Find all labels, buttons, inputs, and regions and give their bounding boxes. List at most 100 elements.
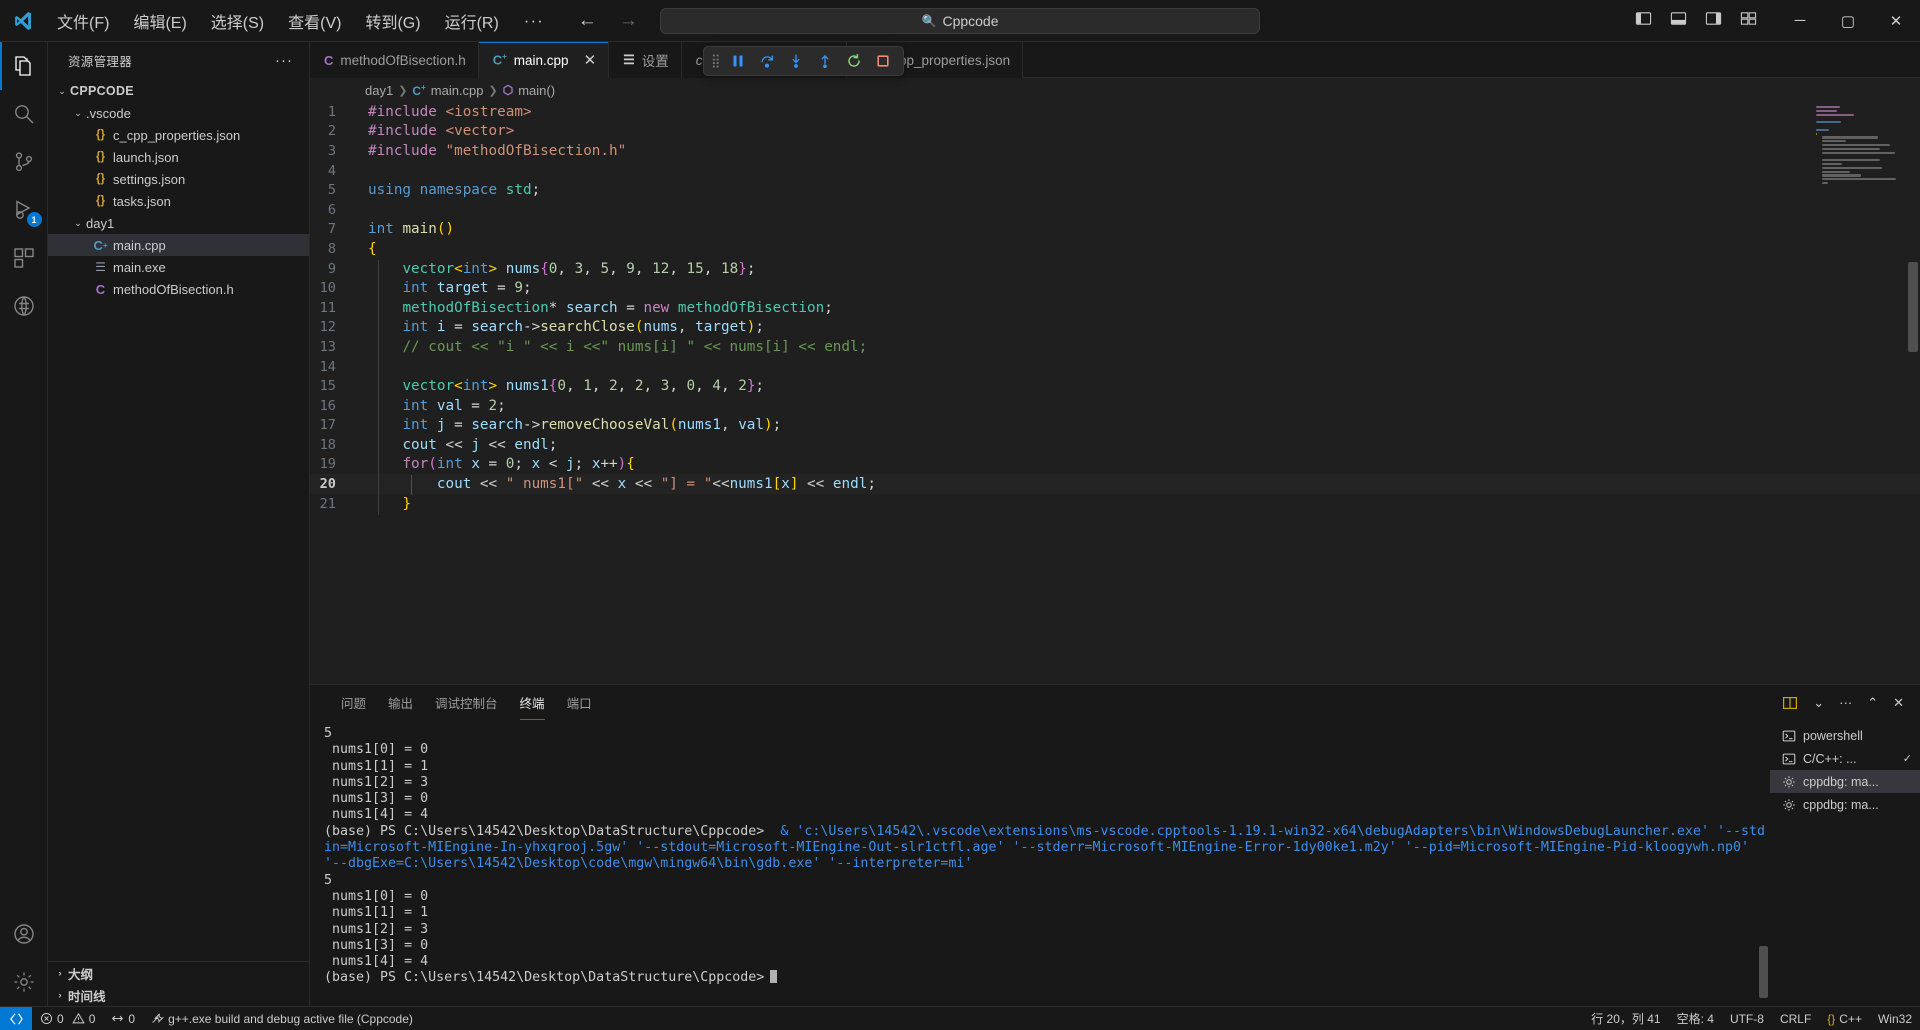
code-line[interactable]: 8{: [310, 239, 1920, 259]
code-line[interactable]: 19 for(int x = 0; x < j; x++){: [310, 455, 1920, 475]
debug-step-into-button[interactable]: [783, 49, 809, 73]
terminal-list-item-c-cpp[interactable]: C/C++: ... ✓: [1770, 747, 1920, 770]
forward-arrow-icon[interactable]: →: [619, 10, 638, 32]
menu-file[interactable]: 文件(F): [46, 5, 120, 37]
code-line[interactable]: 18 cout << j << endl;: [310, 435, 1920, 455]
menu-view[interactable]: 查看(V): [277, 5, 352, 37]
debug-stop-button[interactable]: [870, 49, 896, 73]
code-line[interactable]: 14: [310, 357, 1920, 377]
menu-selection[interactable]: 选择(S): [200, 5, 275, 37]
tab-ports[interactable]: 端口: [556, 685, 603, 720]
back-arrow-icon[interactable]: ←: [578, 10, 597, 32]
editor-vertical-scrollbar[interactable]: [1906, 102, 1920, 684]
toggle-primary-sidebar-icon[interactable]: [1634, 10, 1653, 32]
tree-item-c-cpp-properties[interactable]: {} c_cpp_properties.json: [48, 124, 309, 146]
menu-more-button[interactable]: ···: [512, 11, 556, 31]
code-line[interactable]: 9 vector<int> nums{0, 3, 5, 9, 12, 15, 1…: [310, 259, 1920, 279]
status-language-mode[interactable]: {} C++: [1819, 1007, 1870, 1030]
sidebar-item-source-control[interactable]: [0, 138, 48, 186]
tab-methodofbisection-h[interactable]: C methodOfBisection.h: [310, 42, 479, 78]
terminal-output[interactable]: 5 nums1[0] = 0 nums1[1] = 1 nums1[2] = 3…: [310, 720, 1770, 1006]
sidebar-more-actions[interactable]: ···: [275, 52, 301, 69]
code-line[interactable]: 2 #include <vector>: [310, 122, 1920, 142]
menu-go[interactable]: 转到(G): [354, 5, 431, 37]
tree-root-cppcode[interactable]: ⌄ CPPCODE: [48, 80, 309, 102]
code-line[interactable]: 15 vector<int> nums1{0, 1, 2, 2, 3, 0, 4…: [310, 376, 1920, 396]
close-panel-icon[interactable]: ✕: [1893, 695, 1904, 711]
tree-item-launch-json[interactable]: {} launch.json: [48, 146, 309, 168]
tree-item-tasks-json[interactable]: {} tasks.json: [48, 190, 309, 212]
tree-item-methodofbisection-h[interactable]: C methodOfBisection.h: [48, 278, 309, 300]
tree-item-main-cpp[interactable]: C + main.cpp: [48, 234, 309, 256]
code-line[interactable]: 5 using namespace std;: [310, 180, 1920, 200]
scrollbar-thumb[interactable]: [1908, 262, 1918, 352]
debug-restart-button[interactable]: [841, 49, 867, 73]
code-line[interactable]: 3 #include "methodOfBisection.h": [310, 141, 1920, 161]
remote-host-button[interactable]: [0, 1006, 32, 1030]
status-cursor-position[interactable]: 行 20，列 41: [1583, 1007, 1668, 1030]
code-line[interactable]: 13 // cout << "i " << i <<" nums[i] " <<…: [310, 337, 1920, 357]
code-editor[interactable]: 1 #include <iostream> 2 #include <vector> 3 #…: [310, 102, 1920, 684]
menu-run[interactable]: 运行(R): [434, 5, 510, 37]
breadcrumb-folder[interactable]: day1: [365, 83, 393, 98]
menu-edit[interactable]: 编辑(E): [122, 5, 197, 37]
sidebar-section-timeline[interactable]: › 时间线: [48, 984, 309, 1006]
minimap[interactable]: [1816, 106, 1906, 306]
status-platform[interactable]: Win32: [1870, 1007, 1920, 1030]
code-lines[interactable]: 1 #include <iostream> 2 #include <vector> 3 #…: [310, 102, 1920, 513]
toggle-panel-icon[interactable]: [1669, 10, 1688, 32]
code-line[interactable]: 11 methodOfBisection* search = new metho…: [310, 298, 1920, 318]
tab-settings[interactable]: ☰ 设置: [609, 42, 682, 78]
close-button[interactable]: ✕: [1872, 0, 1920, 42]
status-encoding[interactable]: UTF-8: [1722, 1007, 1772, 1030]
code-line[interactable]: 1 #include <iostream>: [310, 102, 1920, 122]
code-line[interactable]: 6: [310, 200, 1920, 220]
chevron-down-icon[interactable]: ⌄: [1813, 695, 1824, 711]
status-build-task[interactable]: g++.exe build and debug active file (Cpp…: [143, 1007, 421, 1030]
accounts-button[interactable]: [0, 910, 48, 958]
breadcrumb-file[interactable]: main.cpp: [431, 83, 484, 98]
tree-item-vscode[interactable]: ⌄ .vscode: [48, 102, 309, 124]
command-center-search[interactable]: 🔍 Cppcode: [660, 7, 1260, 34]
status-problems[interactable]: 0 0: [32, 1007, 103, 1030]
maximize-button[interactable]: ▢: [1824, 0, 1872, 42]
tree-item-main-exe[interactable]: ☰ main.exe: [48, 256, 309, 278]
code-line[interactable]: 20 cout << " nums1[" << x << "] = "<<num…: [310, 474, 1920, 494]
terminal-list-item-cppdbg-1[interactable]: cppdbg: ma...: [1770, 770, 1920, 793]
status-indentation[interactable]: 空格: 4: [1669, 1007, 1722, 1030]
code-line[interactable]: 10 int target = 9;: [310, 278, 1920, 298]
sidebar-item-run-and-debug[interactable]: 1: [0, 186, 48, 234]
breadcrumb-symbol[interactable]: main(): [518, 83, 555, 98]
sidebar-item-search[interactable]: [0, 90, 48, 138]
toggle-secondary-sidebar-icon[interactable]: [1704, 10, 1723, 32]
code-lines-container[interactable]: 1 #include <iostream> 2 #include <vector> 3 #…: [310, 102, 1920, 684]
split-terminal-icon[interactable]: [1782, 695, 1798, 711]
tab-output[interactable]: 输出: [377, 685, 424, 720]
code-line[interactable]: 12 int i = search->searchClose(nums, tar…: [310, 318, 1920, 338]
manage-settings-button[interactable]: [0, 958, 48, 1006]
tab-terminal[interactable]: 终端: [509, 685, 556, 720]
tab-main-cpp[interactable]: C+ main.cpp ✕: [478, 42, 610, 78]
sidebar-item-extensions[interactable]: [0, 234, 48, 282]
code-line[interactable]: 16 int val = 2;: [310, 396, 1920, 416]
debug-step-over-button[interactable]: [754, 49, 780, 73]
debug-pause-button[interactable]: [725, 49, 751, 73]
code-line[interactable]: 7 int main(): [310, 220, 1920, 240]
tree-item-day1[interactable]: ⌄ day1: [48, 212, 309, 234]
tab-problems[interactable]: 问题: [330, 685, 377, 720]
code-line[interactable]: 17 int j = search->removeChooseVal(nums1…: [310, 416, 1920, 436]
terminal-lines[interactable]: 5 nums1[0] = 0 nums1[1] = 1 nums1[2] = 3…: [324, 726, 1770, 987]
sidebar-item-remote-explorer[interactable]: [0, 282, 48, 330]
status-eol[interactable]: CRLF: [1772, 1007, 1819, 1030]
terminal-list-item-powershell[interactable]: powershell: [1770, 724, 1920, 747]
tab-close-icon[interactable]: ✕: [584, 51, 597, 69]
terminal-scrollbar-thumb[interactable]: [1759, 946, 1768, 998]
debug-step-out-button[interactable]: [812, 49, 838, 73]
panel-more-actions-icon[interactable]: ···: [1839, 695, 1852, 710]
sidebar-section-outline[interactable]: › 大纲: [48, 962, 309, 984]
tab-debug-console[interactable]: 调试控制台: [424, 685, 509, 720]
drag-handle-icon[interactable]: ⣿: [711, 53, 722, 69]
status-ports[interactable]: 0: [103, 1007, 143, 1030]
sidebar-item-explorer[interactable]: [0, 42, 48, 90]
customize-layout-icon[interactable]: [1739, 10, 1758, 32]
